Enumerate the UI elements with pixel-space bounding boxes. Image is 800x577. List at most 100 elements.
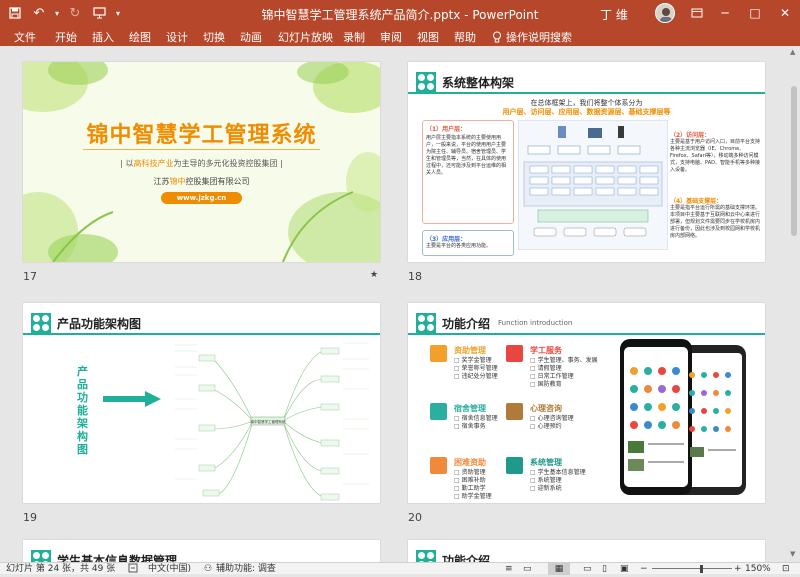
- slide-18-intro-highlight: 用户层、访问层、应用层、数据资源层、基础支撑层等: [502, 108, 671, 116]
- module-title: 资助管理: [454, 346, 486, 355]
- status-bar: 幻灯片 第 24 张，共 49 张 中文(中国) ⚇ 辅助功能: 调查 ≡ ▭ …: [0, 562, 800, 577]
- tab-home[interactable]: 开始: [55, 29, 77, 45]
- normal-view-icon[interactable]: ▭: [583, 563, 592, 575]
- module-funding: 资助管理 奖学金管理荣誉称号管理违纪处分管理: [430, 345, 510, 385]
- tab-draw[interactable]: 绘图: [129, 29, 151, 45]
- present-icon[interactable]: [88, 3, 110, 23]
- base-layer-text: 主要是指平台运行所需的基础支撑环境。本项目中主要基于互联网和云中心来进行部署，但…: [670, 205, 761, 239]
- vertical-scrollbar[interactable]: ▲ ▼: [788, 46, 800, 562]
- header-rule: [23, 333, 380, 335]
- megaphone-icon: [506, 345, 523, 362]
- zoom-in-button[interactable]: +: [734, 563, 742, 575]
- tab-review[interactable]: 审阅: [380, 29, 402, 45]
- module-title: 困难资助: [454, 458, 486, 467]
- chevron-down-icon[interactable]: ▾: [52, 3, 62, 23]
- grid-icon: [506, 457, 523, 474]
- accessibility-status[interactable]: 辅助功能: 调查: [216, 563, 276, 575]
- save-icon[interactable]: [4, 3, 26, 23]
- slide-19-title: 产品功能架构图: [57, 316, 142, 331]
- maximize-button[interactable]: □: [738, 0, 772, 26]
- undo-icon[interactable]: ↶: [28, 3, 50, 23]
- redo-icon[interactable]: ↻: [64, 3, 86, 23]
- slide-thumbnail-22[interactable]: 功能介绍: [408, 540, 765, 562]
- scroll-down-icon[interactable]: ▼: [790, 550, 795, 558]
- module-student-service: 学工服务 学生管理、事务、发展请假管理日常工作管理国防教育: [506, 345, 606, 389]
- slide-number-18: 18: [408, 270, 422, 283]
- phones-mockup-image: [620, 339, 746, 495]
- tab-design[interactable]: 设计: [166, 29, 188, 45]
- slide-thumbnail-20[interactable]: 功能介绍 Function introduction 资助管理 奖学金管理荣誉称…: [408, 303, 765, 503]
- spellcheck-icon[interactable]: [128, 563, 138, 577]
- tab-insert[interactable]: 插入: [92, 29, 114, 45]
- tab-file[interactable]: 文件: [14, 29, 36, 45]
- slide-22-header: 功能介绍: [408, 548, 490, 562]
- module-item: 荣誉称号管理: [454, 365, 498, 373]
- slide-thumbnail-17[interactable]: 锦中智慧学工管理系统 | 以高科技产业为主导的多元化投资控股集团 | 江苏锦中控…: [23, 62, 380, 262]
- slide-18-header: 系统整体构架: [408, 70, 514, 94]
- slide-20-header: 功能介绍 Function introduction: [408, 311, 572, 335]
- zoom-out-button[interactable]: −: [640, 563, 648, 575]
- grid-dots-icon: [416, 72, 436, 92]
- close-button[interactable]: ✕: [768, 0, 800, 26]
- scrollbar-thumb[interactable]: [791, 86, 797, 236]
- tab-record[interactable]: 录制: [343, 29, 365, 45]
- module-item: 请假管理: [530, 365, 598, 373]
- slide-sorter-view-icon[interactable]: ▦: [548, 563, 570, 575]
- module-item: 心理预约: [530, 423, 574, 431]
- user-name[interactable]: 丁 维: [600, 6, 628, 23]
- avatar[interactable]: [655, 3, 675, 23]
- bed-icon: [430, 403, 447, 420]
- tab-transitions[interactable]: 切换: [203, 29, 225, 45]
- slide-19-header: 产品功能架构图: [23, 311, 141, 335]
- fit-to-window-icon[interactable]: ⊡: [782, 563, 790, 575]
- customize-toolbar-icon[interactable]: ▾: [112, 3, 124, 23]
- access-layer-text: 主要是基于用户访问入口，目前平台支持各种主流浏览器（IE、Chrome、Fire…: [670, 139, 761, 173]
- zoom-slider-thumb[interactable]: [700, 565, 703, 573]
- tab-view[interactable]: 视图: [417, 29, 439, 45]
- mind-map: 锦中智慧学工管理系统: [175, 342, 369, 501]
- animation-star-icon[interactable]: ★: [370, 270, 378, 280]
- module-item: 学生基本信息管理: [530, 469, 586, 477]
- slide-thumbnail-18[interactable]: 系统整体构架 在总体框架上，我们将整个体系分为 用户层、访问层、应用层、数据资源…: [408, 62, 765, 262]
- slide-number-20: 20: [408, 511, 422, 524]
- slide-number-19: 19: [23, 511, 37, 524]
- person-icon: [506, 403, 523, 420]
- company-suffix: 控股集团有限公司: [185, 177, 250, 186]
- module-item: 资助管理: [454, 469, 492, 477]
- slide-17-company: 江苏锦中控股集团有限公司: [23, 176, 380, 187]
- module-title: 系统管理: [530, 458, 562, 467]
- slide-thumbnail-21[interactable]: 学生基本信息数据管理: [23, 540, 380, 562]
- accessibility-icon[interactable]: ⚇: [204, 563, 212, 575]
- tell-me-search[interactable]: 操作说明搜索: [492, 29, 572, 45]
- ribbon-tabs: 文件 开始 插入 绘图 设计 切换 动画 幻灯片放映 录制 审阅 视图 帮助 操…: [0, 26, 800, 46]
- notes-icon[interactable]: ≡: [505, 563, 513, 575]
- slide-count: 幻灯片 第 24 张，共 49 张: [6, 564, 116, 574]
- language-indicator[interactable]: 中文(中国): [148, 563, 191, 575]
- mind-map-center: 锦中智慧学工管理系统: [251, 419, 286, 424]
- reading-view-icon[interactable]: ▯: [602, 563, 607, 575]
- quick-access-toolbar: ↶ ▾ ↻ ▾: [4, 3, 124, 23]
- comments-icon[interactable]: ▭: [523, 563, 532, 575]
- scroll-up-icon[interactable]: ▲: [790, 48, 795, 56]
- slide-sorter: 锦中智慧学工管理系统 | 以高科技产业为主导的多元化投资控股集团 | 江苏锦中控…: [0, 46, 800, 562]
- tab-help[interactable]: 帮助: [454, 29, 476, 45]
- base-layer-box: （4）基础支撑层： 主要是指平台运行所需的基础支撑环境。本项目中主要基于互联网和…: [670, 196, 760, 240]
- module-dormitory: 宿舍管理 宿舍信息管理宿舍事务: [430, 403, 510, 433]
- slide-thumbnail-19[interactable]: 产品功能架构图 产品功能架构图 锦中智慧学工管理系统: [23, 303, 380, 503]
- calendar-icon: [430, 457, 447, 474]
- zoom-slider[interactable]: [652, 568, 732, 569]
- slide-20-subtitle: Function introduction: [498, 319, 573, 327]
- slide-17-title: 锦中智慧学工管理系统: [86, 123, 317, 148]
- app-layer-title: （3）应用层：: [426, 236, 467, 243]
- slideshow-view-icon[interactable]: ▣: [620, 563, 629, 575]
- module-item: 日常工作管理: [530, 373, 598, 381]
- tab-slideshow[interactable]: 幻灯片放映: [278, 29, 333, 45]
- tab-animations[interactable]: 动画: [240, 29, 262, 45]
- app-layer-text: 主要是平台的各类应用功能。: [426, 243, 492, 249]
- slide-21-title: 学生基本信息数据管理: [57, 553, 178, 563]
- zoom-level[interactable]: 150%: [745, 563, 771, 575]
- slide-19-side-label: 产品功能架构图: [77, 365, 88, 456]
- module-item: 迎新系统: [530, 485, 586, 493]
- minimize-button[interactable]: ─: [708, 0, 742, 26]
- module-item: 奖学金管理: [454, 357, 498, 365]
